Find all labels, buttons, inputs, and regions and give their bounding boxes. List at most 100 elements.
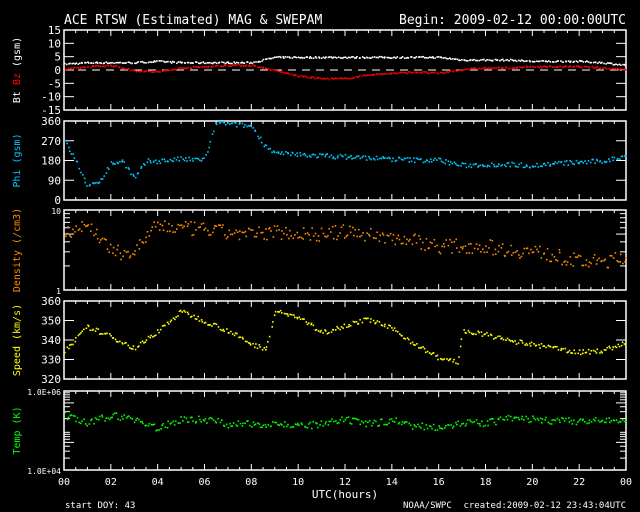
data-point (334, 56, 336, 59)
data-point (529, 166, 531, 169)
data-point (417, 158, 419, 160)
data-point (518, 418, 521, 421)
data-point (298, 236, 301, 238)
data-point (287, 152, 289, 155)
data-point (152, 160, 155, 163)
data-point (138, 248, 141, 250)
data-point (382, 234, 385, 236)
data-point (176, 62, 178, 65)
data-point (95, 228, 98, 231)
data-point (391, 327, 393, 329)
data-point (540, 257, 543, 259)
data-point (506, 337, 509, 340)
data-point (274, 69, 276, 71)
data-point (192, 233, 195, 236)
data-point (470, 59, 472, 61)
data-point (606, 62, 609, 64)
data-point (105, 239, 107, 241)
data-point (609, 347, 611, 349)
data-point (161, 325, 164, 327)
data-point (150, 71, 152, 73)
data-point (180, 67, 183, 69)
data-point (179, 422, 181, 424)
data-point (530, 248, 532, 251)
data-point (500, 247, 503, 249)
data-point (265, 348, 267, 351)
data-point (459, 59, 461, 62)
data-point (446, 358, 448, 360)
data-point (514, 340, 516, 342)
data-point (229, 233, 232, 236)
x-tick-label: 22 (573, 477, 585, 488)
data-point (316, 426, 319, 429)
data-point (166, 427, 169, 429)
data-point (488, 59, 490, 61)
data-point (492, 253, 494, 256)
data-point (352, 56, 354, 58)
data-point (281, 151, 283, 153)
data-point (119, 340, 121, 343)
data-point (109, 62, 112, 64)
data-point (64, 62, 66, 65)
data-point (296, 317, 299, 320)
data-point (342, 420, 345, 423)
data-point (449, 70, 452, 73)
data-point (533, 342, 535, 345)
data-point (553, 418, 555, 421)
data-point (609, 160, 611, 163)
data-point (444, 427, 446, 429)
data-point (455, 238, 457, 241)
data-point (357, 76, 360, 78)
data-point (413, 161, 416, 164)
data-point (587, 160, 590, 162)
data-point (175, 420, 177, 422)
panel-phi: 360270180900Phi (gsm) (12, 115, 627, 207)
data-point (168, 69, 171, 72)
data-point (339, 77, 342, 80)
data-point (348, 156, 351, 158)
data-point (539, 60, 541, 63)
data-point (484, 59, 487, 62)
data-point (72, 343, 74, 346)
data-point (440, 56, 443, 59)
data-point (294, 234, 296, 236)
data-point (484, 67, 487, 69)
data-point (304, 75, 307, 77)
data-point (241, 425, 244, 427)
data-point (497, 165, 499, 168)
data-point (100, 62, 103, 65)
data-point (362, 155, 365, 157)
data-point (469, 419, 471, 421)
data-point (502, 67, 505, 70)
y-axis-label: Phi (gsm) (12, 133, 23, 187)
data-point (444, 162, 447, 165)
data-point (324, 423, 327, 425)
data-point (545, 346, 547, 349)
data-point (502, 418, 504, 421)
data-point (601, 260, 603, 262)
data-point (238, 238, 241, 241)
data-point (479, 164, 482, 167)
data-point (486, 332, 488, 334)
data-point (375, 321, 377, 324)
data-point (332, 156, 335, 158)
data-point (144, 164, 146, 166)
data-point (433, 238, 436, 241)
data-point (189, 159, 192, 162)
data-point (504, 255, 506, 257)
data-point (454, 58, 457, 60)
data-point (517, 59, 520, 62)
data-point (601, 162, 603, 164)
data-point (150, 334, 152, 337)
data-point (563, 420, 566, 422)
data-point (533, 417, 535, 420)
data-point (375, 420, 377, 423)
data-point (161, 158, 163, 161)
data-point (597, 62, 599, 65)
data-point (619, 261, 622, 263)
data-point (206, 422, 208, 424)
data-point (115, 412, 118, 415)
data-point (480, 331, 483, 333)
data-point (431, 427, 433, 430)
data-point (457, 420, 460, 423)
